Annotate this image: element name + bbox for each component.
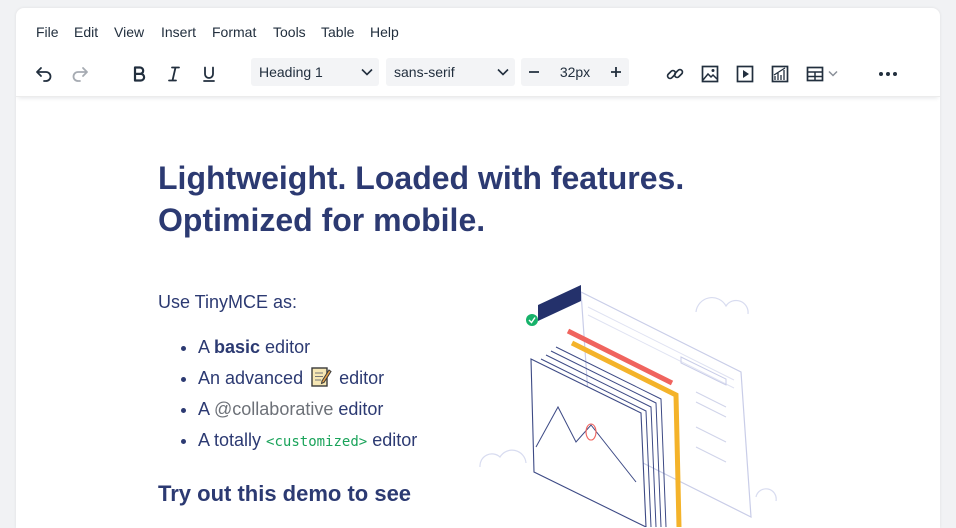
inline-code: <customized> <box>266 434 368 450</box>
font-size-input[interactable]: 32px <box>547 58 603 86</box>
font-family-select[interactable]: sans-serif <box>386 58 515 86</box>
menubar: File Edit View Insert Format Tools Table… <box>16 8 940 56</box>
menu-view[interactable]: View <box>114 24 144 40</box>
menu-insert[interactable]: Insert <box>161 24 196 40</box>
menu-tools[interactable]: Tools <box>273 24 306 40</box>
editor-content[interactable]: Lightweight. Loaded with features. Optim… <box>16 97 940 527</box>
image-button[interactable] <box>694 60 726 88</box>
intro-text: Use TinyMCE as: <box>158 292 298 312</box>
media-button[interactable] <box>729 60 761 88</box>
italic-button[interactable] <box>158 60 190 88</box>
font-family-value: sans-serif <box>394 64 455 80</box>
menu-file[interactable]: File <box>36 24 59 40</box>
table-button[interactable] <box>799 60 843 88</box>
page-heading: Lightweight. Loaded with features. Optim… <box>158 160 685 238</box>
undo-button[interactable] <box>28 60 60 88</box>
minus-icon <box>529 71 539 73</box>
menu-help[interactable]: Help <box>370 24 399 40</box>
chevron-down-icon <box>827 70 838 77</box>
chart-icon <box>771 65 789 83</box>
redo-button[interactable] <box>64 60 96 88</box>
bold-icon <box>133 66 146 82</box>
menu-table[interactable]: Table <box>321 24 354 40</box>
bold-button[interactable] <box>123 60 155 88</box>
italic-icon <box>168 66 180 82</box>
block-format-select[interactable]: Heading 1 <box>251 58 379 86</box>
more-horizontal-icon <box>879 72 897 76</box>
memo-icon <box>310 366 332 394</box>
menu-edit[interactable]: Edit <box>74 24 98 40</box>
uses-list: A basic editor An advanced editor A @col… <box>158 335 417 459</box>
mention: @collaborative <box>214 399 334 419</box>
plus-icon <box>611 67 621 77</box>
list-item: A basic editor <box>198 335 417 366</box>
underline-icon <box>203 66 215 82</box>
image-icon <box>701 65 719 83</box>
editor-container: File Edit View Insert Format Tools Table… <box>16 8 940 528</box>
menu-format[interactable]: Format <box>212 24 256 40</box>
media-play-icon <box>736 65 754 83</box>
toolbar: Heading 1 sans-serif 32px <box>16 56 940 97</box>
chevron-down-icon <box>355 68 379 76</box>
table-icon <box>806 66 823 82</box>
editor-illustration <box>479 285 777 527</box>
list-item: An advanced editor <box>198 366 417 397</box>
font-size-stepper: 32px <box>521 58 629 86</box>
link-icon <box>666 68 684 80</box>
list-item: A @collaborative editor <box>198 397 417 428</box>
undo-icon <box>36 67 52 82</box>
redo-icon <box>72 67 88 82</box>
underline-button[interactable] <box>193 60 225 88</box>
link-button[interactable] <box>659 60 691 88</box>
list-item: A totally <customized> editor <box>198 428 417 459</box>
accessibility-checker-button[interactable] <box>764 60 796 88</box>
chevron-down-icon <box>491 68 515 76</box>
increase-font-size-button[interactable] <box>603 58 629 86</box>
subheading: Try out this demo to see <box>158 481 412 506</box>
block-format-value: Heading 1 <box>259 64 323 80</box>
more-button[interactable] <box>872 60 904 88</box>
decrease-font-size-button[interactable] <box>521 58 547 86</box>
